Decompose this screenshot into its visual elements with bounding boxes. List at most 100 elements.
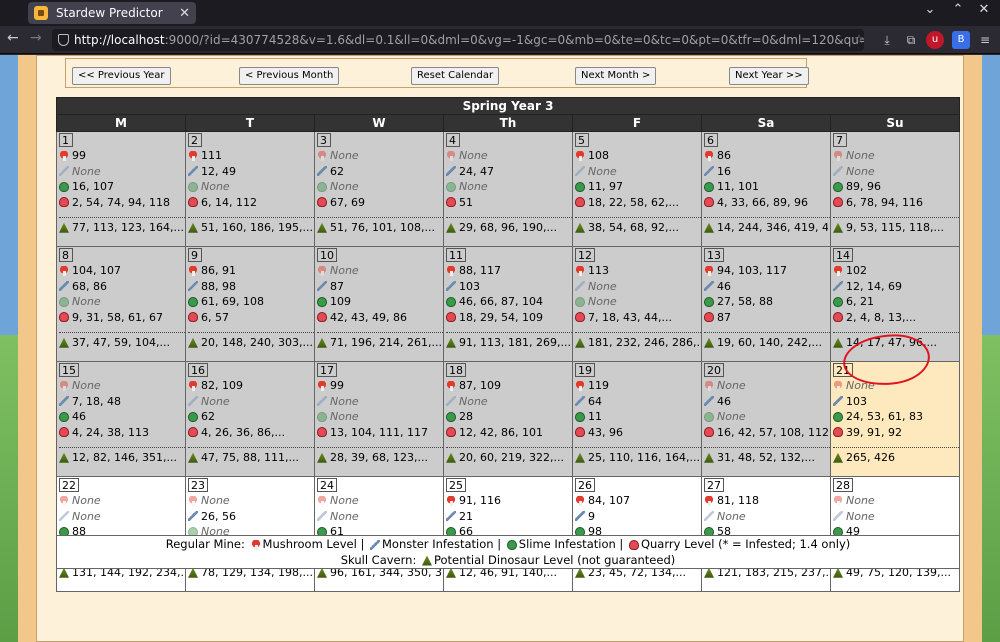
calendar-day-cell: 12 113 None None 7, 18, 43, 44,... 181, 232, … (572, 246, 702, 362)
bookmark-star-icon[interactable]: ☆ (850, 30, 868, 48)
mushroom-level: 86 (704, 148, 828, 164)
mushroom-level: 119 (575, 378, 699, 394)
close-tab-icon[interactable]: ✕ (179, 6, 190, 21)
mushroom-icon (59, 495, 69, 506)
forward-icon[interactable]: → (30, 30, 42, 46)
url-bar[interactable]: http://localhost:9000/?id=430774528&v=1.… (52, 29, 864, 51)
mushroom-level-value: 81, 118 (717, 494, 759, 508)
mushroom-icon (188, 265, 198, 276)
monster-infestation: None (317, 509, 441, 525)
dinosaur-icon (59, 567, 69, 578)
slime-infestation: 89, 96 (833, 179, 957, 195)
slime-infestation: None (446, 179, 570, 195)
previous-month-button[interactable]: < Previous Month (239, 67, 340, 85)
monster-infestation: None (446, 394, 570, 410)
skull-icon (704, 312, 714, 323)
reset-calendar-button[interactable]: Reset Calendar (411, 67, 500, 85)
dinosaur-level: 181, 232, 246, 286,... (575, 335, 699, 351)
day-number: 9 (188, 248, 202, 262)
extensions-icon[interactable]: ⧉ (902, 31, 920, 49)
divider (704, 326, 830, 333)
slime-infestation: None (575, 294, 699, 310)
slime-infestation: None (317, 409, 441, 425)
day-number: 19 (575, 363, 595, 377)
mushroom-level-value: None (330, 264, 359, 278)
quarry-level: 18, 22, 58, 62,... (575, 195, 699, 211)
downloads-icon[interactable]: ⤓ (878, 31, 896, 49)
monster-infestation: None (188, 394, 312, 410)
dinosaur-level-value: 51, 76, 101, 108,... (330, 221, 435, 235)
tab-list-chevron-icon[interactable]: ⌄ (920, 2, 940, 17)
mushroom-level: 102 (833, 263, 957, 279)
quarry-level: 4, 26, 36, 86,... (188, 425, 312, 441)
skull-icon (446, 427, 456, 438)
next-year-button[interactable]: Next Year >> (729, 67, 809, 85)
day-number: 8 (59, 248, 73, 262)
dinosaur-level: 91, 113, 181, 269,... (446, 335, 570, 351)
mushroom-level-value: None (330, 494, 359, 508)
slime-infestation-value: 11, 101 (717, 180, 759, 194)
quarry-level: 6, 78, 94, 116 (833, 195, 957, 211)
close-window-icon[interactable]: ✕ (974, 2, 994, 17)
quarry-level-value: 9, 31, 58, 61, 67 (72, 310, 163, 324)
mushroom-level-value: None (846, 149, 875, 163)
mushroom-level: 111 (188, 148, 312, 164)
monster-infestation-value: None (72, 164, 101, 178)
slime-infestation: 62 (188, 409, 312, 425)
mushroom-icon (446, 495, 456, 506)
next-month-button[interactable]: Next Month > (575, 67, 657, 85)
monster-infestation-value: 16 (717, 164, 731, 178)
site-info-icon[interactable] (58, 34, 69, 46)
dinosaur-level: 12, 82, 146, 351,... (59, 450, 183, 466)
previous-year-button[interactable]: << Previous Year (72, 67, 171, 85)
slime-infestation: None (188, 179, 312, 195)
dinosaur-icon (317, 452, 327, 463)
back-icon[interactable]: ← (7, 30, 19, 46)
dinosaur-icon (833, 567, 843, 578)
dinosaur-level: 51, 76, 101, 108,... (317, 220, 441, 236)
quarry-level: 12, 42, 86, 101 (446, 425, 570, 441)
sword-icon (317, 166, 327, 177)
monster-infestation-value: None (846, 164, 875, 178)
mushroom-icon (575, 495, 585, 506)
skull-icon (575, 197, 585, 208)
sword-icon (446, 396, 456, 407)
weekday-header: W (314, 114, 444, 132)
mushroom-level-value: 84, 107 (588, 494, 630, 508)
slime-icon (59, 296, 69, 307)
day-number: 22 (59, 478, 79, 492)
dinosaur-icon (575, 567, 585, 578)
slime-infestation-value: 24, 53, 61, 83 (846, 410, 923, 424)
divider (188, 326, 314, 333)
ublock-icon[interactable]: u (926, 31, 944, 49)
calendar-day-cell: 6 86 16 11, 101 4, 33, 66, 89, 96 14, 244, 34… (701, 131, 831, 247)
mushroom-level: None (704, 378, 828, 394)
calendar-day-cell: 15 None 7, 18, 48 46 4, 24, 38, 113 12, 82, 1… (56, 361, 186, 477)
mushroom-level: None (317, 493, 441, 509)
dinosaur-level: 31, 48, 52, 132,... (704, 450, 828, 466)
sword-icon (704, 396, 714, 407)
quarry-level-value: 18, 29, 54, 109 (459, 310, 543, 324)
mushroom-level: 108 (575, 148, 699, 164)
monster-infestation-value: None (459, 394, 488, 408)
monster-infestation: 9 (575, 509, 699, 525)
monster-infestation: 16 (704, 164, 828, 180)
browser-tab[interactable]: Stardew Predictor ✕ (28, 2, 196, 24)
dinosaur-level-value: 28, 39, 68, 123,... (330, 451, 428, 465)
mushroom-level: None (188, 493, 312, 509)
quarry-level: 18, 29, 54, 109 (446, 310, 570, 326)
url-rest: :9000/?id=430774528&v=1.6&dl=0.1&ll=0&dm… (164, 33, 864, 47)
mushroom-icon (317, 380, 327, 391)
minimize-icon[interactable]: ⌃ (948, 2, 968, 17)
sword-icon (575, 511, 585, 522)
dinosaur-level: 29, 68, 96, 190,... (446, 220, 570, 236)
monster-infestation: None (575, 164, 699, 180)
slime-infestation-value: None (201, 180, 230, 194)
monster-infestation-value: None (330, 509, 359, 523)
dinosaur-level: 51, 160, 186, 195,... (188, 220, 312, 236)
monster-infestation: 24, 47 (446, 164, 570, 180)
profile-icon[interactable]: B (952, 31, 970, 49)
quarry-level: 2, 4, 8, 13,... (833, 310, 957, 326)
menu-icon[interactable]: ≡ (976, 31, 994, 49)
mushroom-level: 104, 107 (59, 263, 183, 279)
